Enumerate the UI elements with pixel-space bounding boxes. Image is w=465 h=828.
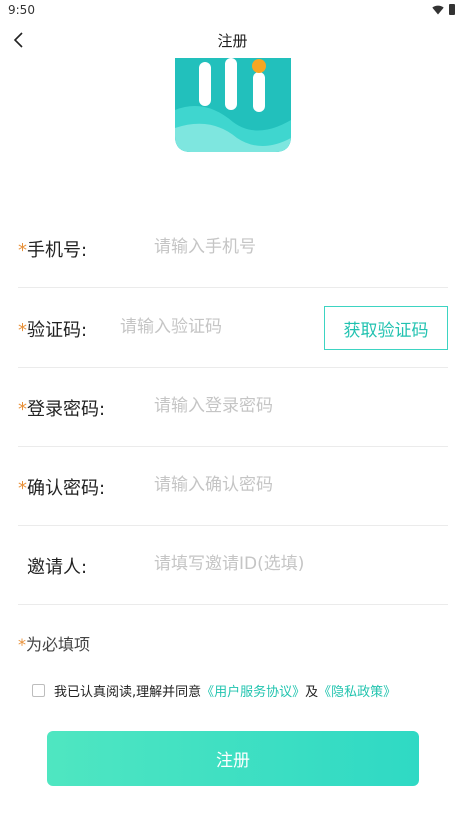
page-title: 注册	[217, 32, 248, 50]
nav-bar: 注册	[0, 26, 465, 54]
required-star: *	[18, 240, 27, 261]
inviter-label: 邀请人:	[27, 557, 88, 578]
required-star: *	[18, 399, 27, 420]
password-row: *登录密码:	[18, 367, 448, 447]
confirm-password-label: *确认密码:	[18, 478, 106, 499]
required-star: *	[18, 478, 27, 499]
confirm-password-row: *确认密码:	[18, 446, 448, 526]
agreement: 我已认真阅读,理解并同意 《用户服务协议》 及 《隐私政策》	[32, 681, 396, 700]
required-note: *为必填项	[18, 631, 90, 655]
agree-checkbox[interactable]	[32, 684, 45, 697]
get-code-button[interactable]: 获取验证码	[324, 306, 448, 350]
register-button[interactable]: 注册	[47, 731, 419, 786]
required-star: *	[18, 320, 27, 341]
privacy-link[interactable]: 《隐私政策》	[318, 681, 396, 700]
terms-link[interactable]: 《用户服务协议》	[201, 681, 305, 700]
status-icons	[432, 4, 455, 15]
required-star: *	[18, 635, 26, 654]
inviter-row: 邀请人:	[18, 525, 448, 605]
phone-label: *手机号:	[18, 240, 88, 261]
inviter-input[interactable]	[154, 547, 312, 581]
password-input[interactable]	[154, 389, 444, 423]
code-input[interactable]	[120, 310, 316, 344]
agreement-conjunction: 及	[305, 685, 319, 700]
battery-icon	[449, 4, 455, 15]
code-row: *验证码: 获取验证码	[18, 288, 448, 368]
required-note-text: 为必填项	[26, 635, 91, 654]
code-label: *验证码:	[18, 320, 88, 341]
password-label: *登录密码:	[18, 399, 106, 420]
phone-input[interactable]	[154, 230, 444, 264]
app-logo-icon	[175, 58, 291, 152]
wifi-icon	[432, 5, 444, 14]
status-bar: 9:50	[0, 0, 465, 22]
status-time: 9:50	[8, 3, 35, 17]
agreement-text: 我已认真阅读,理解并同意	[54, 685, 202, 700]
phone-row: *手机号:	[18, 208, 448, 288]
confirm-password-input[interactable]	[154, 468, 444, 502]
